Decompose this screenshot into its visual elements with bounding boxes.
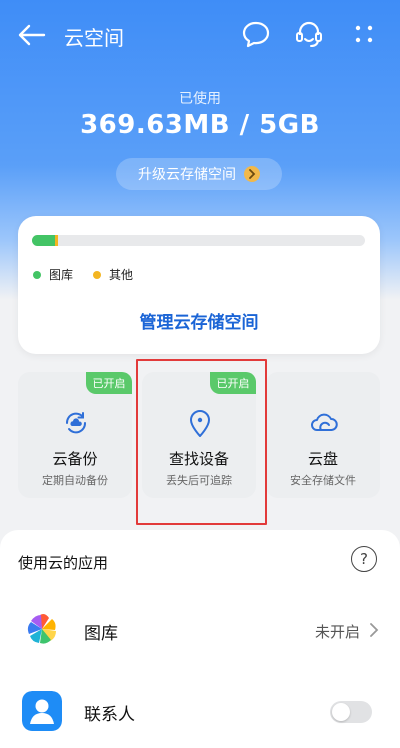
usage-label: 已使用 <box>179 91 221 107</box>
app-name: 图库 <box>84 624 118 644</box>
legend-item-other: 其他 <box>93 266 133 283</box>
legend-label: 其他 <box>109 268 134 282</box>
cloud-drive-icon <box>311 413 338 431</box>
message-button[interactable] <box>240 18 272 50</box>
contacts-icon <box>22 691 62 731</box>
top-bar: 云空间 <box>0 0 400 70</box>
back-arrow-icon <box>18 24 46 46</box>
message-bubble-icon <box>242 21 270 48</box>
feature-title: 云盘 <box>307 450 338 468</box>
storage-card: 图库 其他 管理云存储空间 <box>18 216 380 354</box>
customer-service-button[interactable] <box>293 18 325 50</box>
storage-usage-bar <box>32 235 365 246</box>
legend-item-gallery: 图库 <box>33 266 73 283</box>
legend-label: 图库 <box>49 268 74 282</box>
highlight-box <box>136 359 267 525</box>
more-button[interactable] <box>348 18 380 50</box>
feature-cloud-backup[interactable]: 已开启 云备份 定期自动备份 <box>18 372 132 498</box>
storage-bar-gallery <box>32 235 55 246</box>
other-color-dot <box>93 270 101 279</box>
feature-title: 云备份 <box>52 450 98 468</box>
status-badge: 已开启 <box>86 372 132 394</box>
back-button[interactable] <box>16 20 48 50</box>
storage-bar-other <box>55 235 58 246</box>
upgrade-storage-button[interactable]: 升级云存储空间 <box>116 158 282 190</box>
feature-cloud-drive[interactable]: 云盘 安全存储文件 <box>266 372 380 498</box>
chevron-right-icon <box>370 623 379 637</box>
more-dots-icon <box>355 25 373 43</box>
feature-subtitle: 定期自动备份 <box>42 474 108 487</box>
app-row-gallery[interactable]: 图库 未开启 <box>0 594 400 664</box>
app-row-contacts[interactable]: 联系人 <box>0 678 400 748</box>
app-name: 联系人 <box>84 705 135 725</box>
cloud-backup-icon <box>65 412 87 434</box>
contacts-sync-toggle[interactable] <box>330 701 372 723</box>
help-icon[interactable]: ? <box>351 546 377 572</box>
manage-storage-link[interactable]: 管理云存储空间 <box>18 308 380 333</box>
usage-value: 369.63MB / 5GB <box>80 110 320 140</box>
gallery-pinwheel-icon <box>27 614 56 644</box>
section-title: 使用云的应用 <box>18 554 109 572</box>
page-title: 云空间 <box>64 26 124 50</box>
feature-subtitle: 安全存储文件 <box>290 474 356 487</box>
toggle-knob <box>332 703 350 721</box>
upgrade-storage-label: 升级云存储空间 <box>138 167 236 183</box>
customer-service-icon <box>296 21 322 47</box>
chevron-right-icon <box>244 166 260 182</box>
cloud-apps-section: 使用云的应用 ? 图库 未开启 联系人 <box>0 530 400 748</box>
gallery-color-dot <box>33 270 41 279</box>
app-status: 未开启 <box>314 623 360 641</box>
